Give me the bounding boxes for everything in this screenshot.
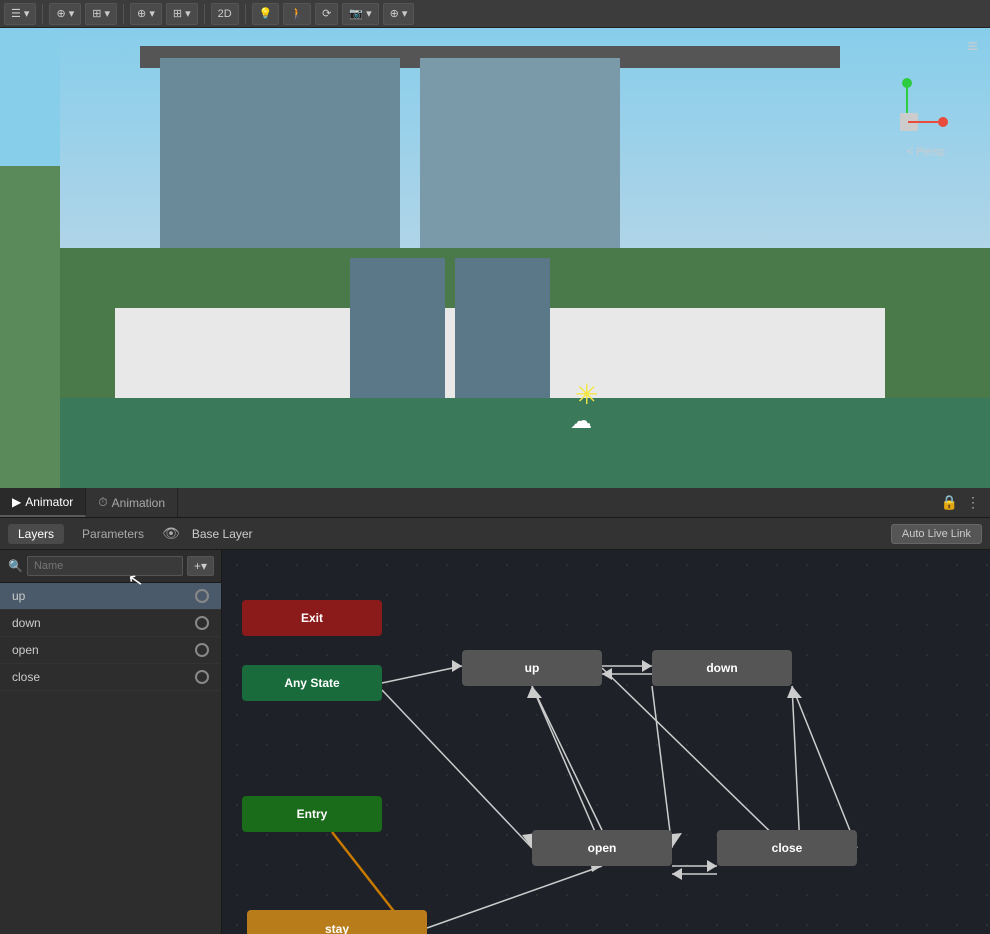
parameters-tab[interactable]: Parameters	[72, 524, 154, 544]
building-front-right	[455, 258, 550, 398]
walk-btn[interactable]: 🚶	[283, 3, 311, 25]
state-exit[interactable]: Exit	[242, 600, 382, 636]
param-down-indicator	[195, 616, 209, 630]
gizmo-x-dot	[938, 117, 948, 127]
auto-live-link-btn[interactable]: Auto Live Link	[891, 524, 982, 544]
animator-tab-label: Animator	[25, 495, 73, 509]
building-back-right	[420, 58, 620, 248]
2d-btn[interactable]: 2D	[211, 3, 239, 25]
animation-tab-icon: ⏱	[98, 495, 107, 510]
scene-select-btn[interactable]: ☰ ▾	[4, 3, 36, 25]
separator4	[245, 4, 246, 24]
param-down-label: down	[12, 616, 41, 630]
global2-btn[interactable]: ⊕ ▾	[383, 3, 415, 25]
state-entry[interactable]: Entry	[242, 796, 382, 832]
panel-header: ▶ Animator ⏱ Animation 🔒 ⋮	[0, 488, 990, 518]
param-close-label: close	[12, 670, 40, 684]
param-row-up[interactable]: up	[0, 583, 221, 610]
search-icon: 🔍	[8, 559, 23, 573]
param-row-close[interactable]: close	[0, 664, 221, 691]
animation-tab[interactable]: ⏱ Animation	[86, 488, 178, 517]
eye-icon[interactable]: 👁	[162, 525, 180, 542]
param-open-indicator	[195, 643, 209, 657]
panel-content: 🔍 +▾ up down open close	[0, 550, 990, 934]
building-front-left	[350, 258, 445, 398]
cloud-icon: ☁	[570, 408, 592, 434]
state-stay[interactable]: stay	[247, 910, 427, 934]
building-back-left	[160, 58, 400, 248]
gizmo: < Persp	[870, 83, 950, 163]
param-up-label: up	[12, 589, 25, 603]
gizmo-x-axis	[908, 121, 938, 123]
animator-tab-icon: ▶	[12, 495, 21, 509]
param-close-indicator	[195, 670, 209, 684]
state-open[interactable]: open	[532, 830, 672, 866]
fx-btn[interactable]: ⟳	[315, 3, 338, 25]
persp-label: < Persp	[907, 146, 945, 158]
top-toolbar: ☰ ▾ ⊕ ▾ ⊞ ▾ ⊕ ▾ ⊞ ▾ 2D 💡 🚶 ⟳ 📷 ▾ ⊕ ▾	[0, 0, 990, 28]
camera-btn[interactable]: 📷 ▾	[342, 3, 378, 25]
param-up-indicator	[195, 589, 209, 603]
animator-graph[interactable]: Exit Any State Entry up down open close …	[222, 550, 990, 934]
search-input[interactable]	[27, 556, 183, 576]
move-btn[interactable]: ⊕ ▾	[130, 3, 162, 25]
separator2	[123, 4, 124, 24]
pivot-btn[interactable]: ⊞ ▾	[85, 3, 117, 25]
light-btn[interactable]: 💡	[252, 3, 280, 25]
gizmo-y-dot	[902, 78, 912, 88]
param-open-label: open	[12, 643, 39, 657]
viewport-menu[interactable]: ≡	[967, 36, 978, 57]
global-btn[interactable]: ⊕ ▾	[49, 3, 81, 25]
state-any[interactable]: Any State	[242, 665, 382, 701]
param-row-down[interactable]: down	[0, 610, 221, 637]
breadcrumb: Base Layer	[188, 527, 257, 541]
sub-toolbar: Layers Parameters 👁 Base Layer Auto Live…	[0, 518, 990, 550]
snap-btn[interactable]: ⊞ ▾	[166, 3, 198, 25]
ground	[60, 398, 990, 488]
separator3	[204, 4, 205, 24]
state-close[interactable]: close	[717, 830, 857, 866]
lock-icon[interactable]: 🔒	[941, 494, 958, 511]
param-row-open[interactable]: open	[0, 637, 221, 664]
bottom-panel: ▶ Animator ⏱ Animation 🔒 ⋮ Layers Parame…	[0, 488, 990, 934]
separator1	[42, 4, 43, 24]
add-param-btn[interactable]: +▾	[187, 556, 214, 576]
panel-header-icons: 🔒 ⋮	[941, 494, 990, 511]
params-search-row: 🔍 +▾	[0, 550, 221, 583]
layers-tab[interactable]: Layers	[8, 524, 64, 544]
state-down[interactable]: down	[652, 650, 792, 686]
animator-tab[interactable]: ▶ Animator	[0, 488, 86, 517]
animation-tab-label: Animation	[112, 496, 165, 510]
state-up[interactable]: up	[462, 650, 602, 686]
panel-menu-icon[interactable]: ⋮	[966, 494, 980, 511]
params-sidebar: 🔍 +▾ up down open close	[0, 550, 222, 934]
viewport[interactable]: ✳ ☁ ≡ < Persp	[0, 28, 990, 488]
sun-icon: ✳	[575, 378, 598, 411]
